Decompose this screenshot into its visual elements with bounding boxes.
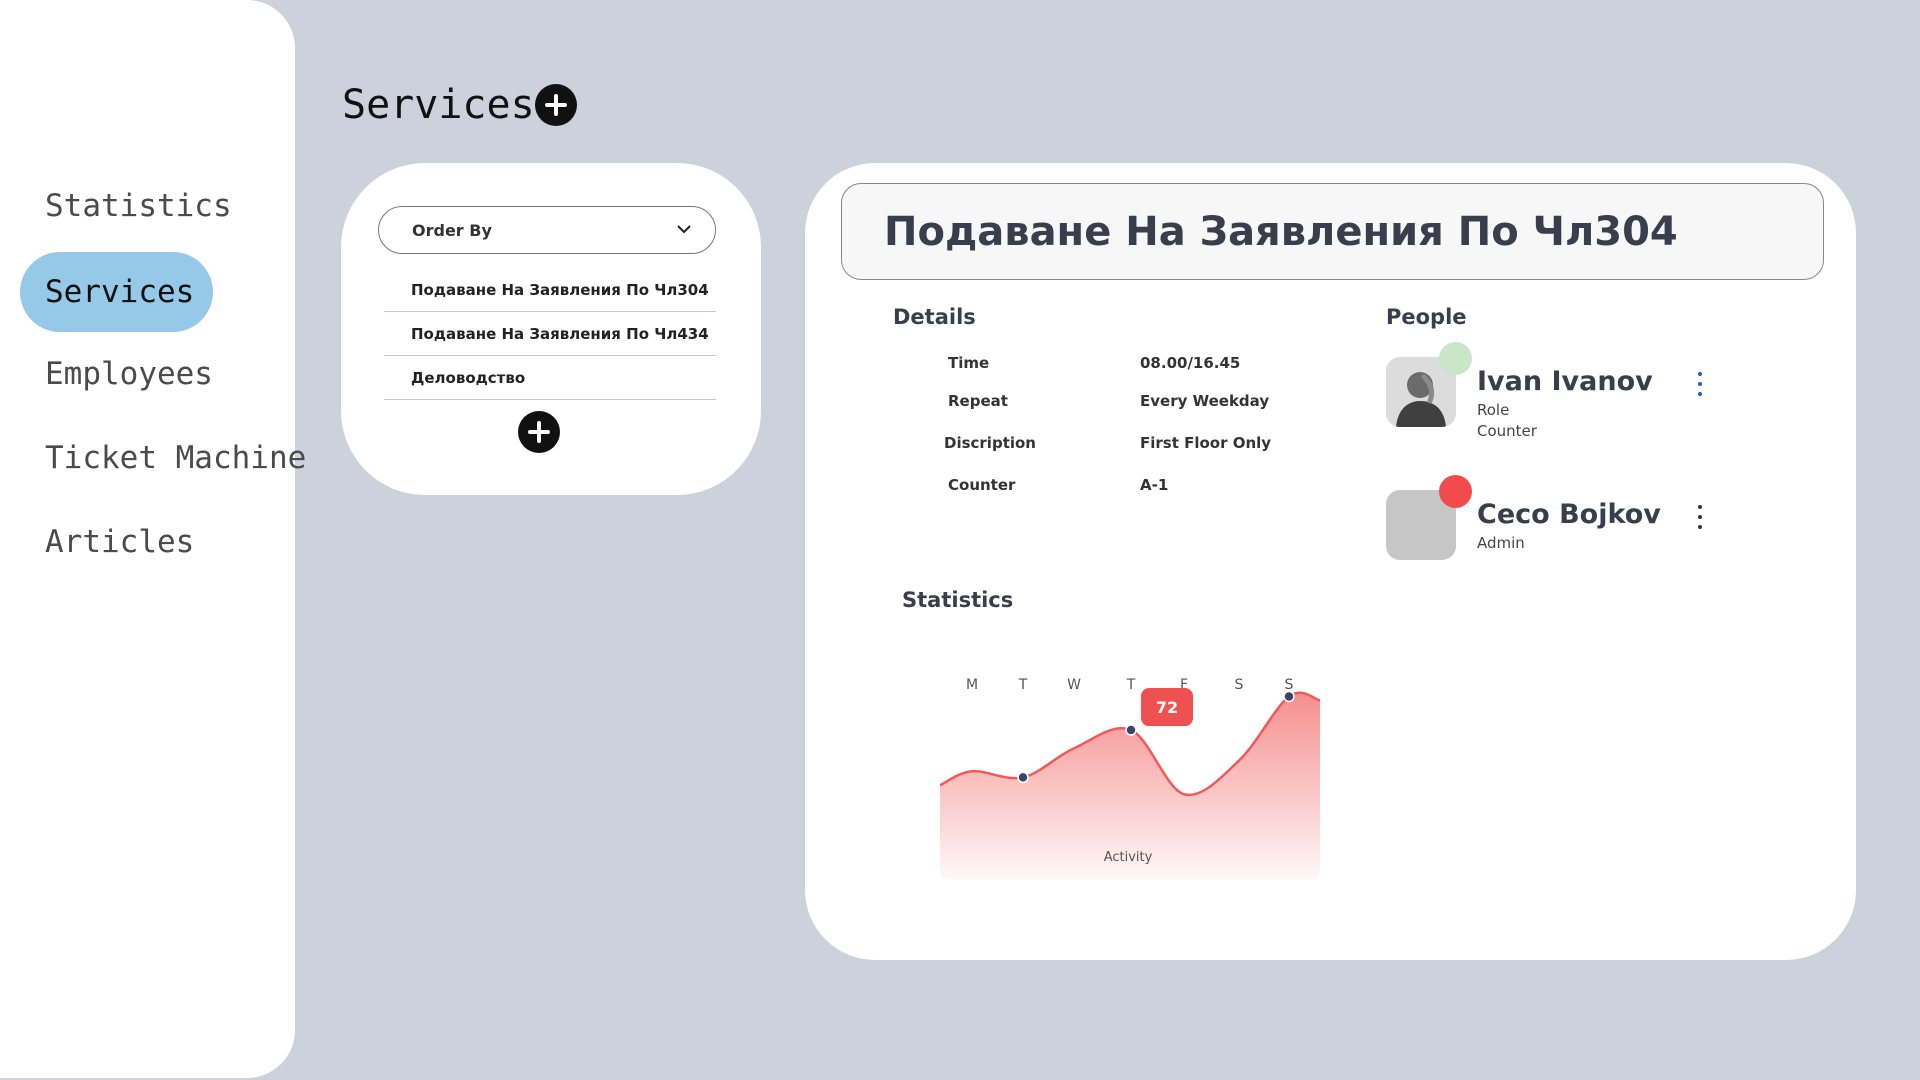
page-title: Services [342, 82, 535, 128]
page-header: Services [342, 82, 577, 128]
sidebar-item-articles[interactable]: Articles [20, 502, 194, 582]
plus-icon [544, 94, 567, 116]
service-item[interactable]: Подаване На Заявления По Чл434 [384, 312, 716, 356]
chevron-down-icon [677, 225, 691, 234]
plus-icon [528, 421, 550, 443]
more-options-icon[interactable] [1692, 372, 1708, 396]
statistics-heading: Statistics [902, 588, 1014, 612]
value-badge: 72 [1141, 688, 1193, 727]
detail-value-counter: A-1 [1140, 476, 1169, 494]
service-item[interactable]: Деловодство [384, 356, 716, 400]
status-indicator [1439, 342, 1472, 375]
sidebar-item-statistics[interactable]: Statistics [20, 166, 232, 246]
add-service-button[interactable] [534, 84, 577, 126]
person-role: Admin [1477, 534, 1525, 552]
person-name: Ivan Ivanov [1477, 366, 1653, 397]
activity-chart: MTWTFSS 72 Activity [940, 677, 1320, 880]
people-heading: People [1386, 305, 1467, 329]
detail-label-description: Discription [944, 434, 1036, 452]
person-name: Ceco Bojkov [1477, 499, 1661, 530]
status-indicator [1439, 475, 1472, 508]
detail-value-description: First Floor Only [1140, 434, 1272, 452]
add-service-item-button[interactable] [518, 411, 560, 453]
service-title: Подаване На Заявления По Чл304 [841, 183, 1824, 280]
services-list-card: Order By Подаване На Заявления По Чл304 … [341, 163, 761, 495]
sidebar-item-employees[interactable]: Employees [20, 334, 213, 414]
x-tick-label: T [1126, 677, 1136, 693]
order-by-dropdown[interactable]: Order By [378, 206, 716, 254]
chart-x-label: Activity [1104, 850, 1153, 865]
sidebar-item-services[interactable]: Services [20, 252, 213, 332]
value-badge-label: 72 [1156, 698, 1178, 717]
detail-label-counter: Counter [948, 476, 1016, 494]
sidebar: Statistics Services Employees Ticket Mac… [0, 0, 306, 1078]
x-tick-label: M [966, 677, 978, 693]
sidebar-item-ticket-machine[interactable]: Ticket Machine [20, 418, 306, 498]
person-role-value: Counter [1477, 422, 1537, 440]
order-by-label: Order By [412, 220, 492, 240]
more-options-icon[interactable] [1692, 505, 1708, 529]
services-list: Подаване На Заявления По Чл304 Подаване … [384, 268, 716, 400]
detail-label-time: Time [948, 354, 990, 372]
data-point [1125, 724, 1137, 736]
detail-value-repeat: Every Weekday [1140, 392, 1270, 410]
detail-value-time: 08.00/16.45 [1140, 354, 1241, 372]
detail-label-repeat: Repeat [948, 392, 1008, 410]
x-tick-label: S [1285, 677, 1294, 693]
details-heading: Details [893, 305, 976, 329]
x-tick-label: W [1067, 677, 1081, 693]
service-item[interactable]: Подаване На Заявления По Чл304 [384, 268, 716, 312]
data-point [1017, 771, 1029, 784]
data-point [1283, 690, 1295, 703]
person-role-label: Role [1477, 401, 1510, 419]
x-tick-label: T [1018, 677, 1028, 693]
x-tick-label: S [1235, 677, 1244, 693]
